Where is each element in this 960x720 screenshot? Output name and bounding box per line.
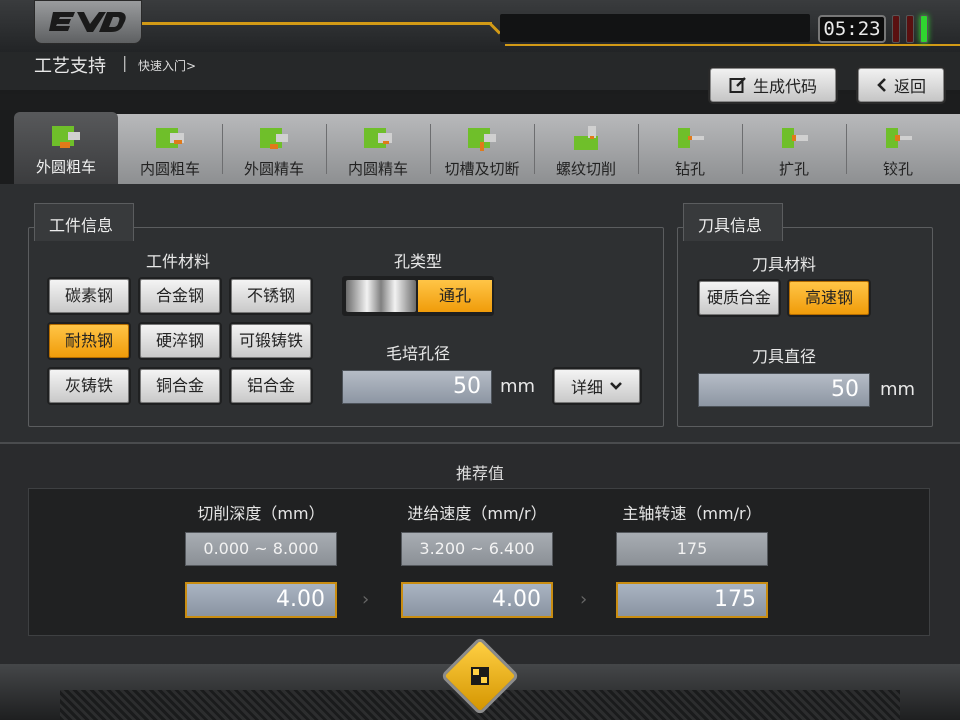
- inner-finish-turning-icon: [364, 128, 392, 148]
- back-label: 返回: [893, 77, 926, 96]
- blank-hole-input[interactable]: 50: [342, 370, 492, 404]
- edit-icon: [729, 77, 746, 93]
- tool-material-label: 刀具材料: [751, 255, 816, 274]
- battery-bar-icon: [892, 15, 900, 43]
- tool-diameter-unit: mm: [880, 379, 916, 400]
- material-button[interactable]: 铜合金: [140, 369, 220, 403]
- recommend-title: 推荐值: [455, 464, 504, 483]
- tab-inner-rough-turning[interactable]: 内圆粗车: [118, 114, 222, 184]
- workpiece-material-label: 工件材料: [145, 252, 210, 271]
- grid-icon: [471, 667, 489, 685]
- generate-code-label: 生成代码: [752, 77, 817, 96]
- tab-label: 切槽及切断: [444, 160, 520, 178]
- material-button[interactable]: 灰铸铁: [49, 369, 129, 403]
- material-button[interactable]: 铝合金: [231, 369, 311, 403]
- material-button[interactable]: 可锻铸铁: [231, 324, 311, 358]
- material-button[interactable]: 不锈钢: [231, 279, 311, 313]
- tab-grooving-cutoff[interactable]: 切槽及切断: [430, 114, 534, 184]
- tab-label: 扩孔: [778, 160, 809, 178]
- tab-label: 外圆精车: [243, 160, 304, 178]
- header-status-strip: [500, 14, 810, 42]
- material-button-selected[interactable]: 耐热钢: [49, 324, 129, 358]
- spindle-speed-range: 175: [616, 532, 768, 566]
- chevron-down-icon: [610, 382, 622, 390]
- material-button[interactable]: 合金钢: [140, 279, 220, 313]
- detail-label: 详细: [570, 378, 603, 397]
- tab-outer-rough-turning[interactable]: 外圆粗车: [14, 112, 118, 184]
- chevron-right-icon: ›: [362, 589, 370, 610]
- hole-type-value: 通孔: [418, 280, 492, 312]
- tab-label: 外圆粗车: [35, 158, 96, 176]
- outer-rough-turning-icon: [52, 126, 80, 148]
- material-button[interactable]: 碳素钢: [49, 279, 129, 313]
- tool-material-button-selected[interactable]: 高速钢: [789, 281, 869, 315]
- feed-rate-range: 3.200 ~ 6.400: [401, 532, 553, 566]
- section-divider: [0, 442, 960, 444]
- grooving-cutoff-icon: [468, 128, 496, 151]
- hole-type-toggle[interactable]: 通孔: [342, 276, 494, 316]
- page-title: 工艺支持: [34, 56, 106, 77]
- feed-rate-input[interactable]: 4.00: [401, 582, 553, 618]
- material-button[interactable]: 硬淬钢: [140, 324, 220, 358]
- expanding-icon: [782, 128, 808, 148]
- logo-mark: [49, 12, 126, 32]
- tool-panel-title: 刀具信息: [683, 203, 783, 241]
- clock: 05:23: [818, 15, 886, 43]
- breadcrumb-separator: |: [122, 53, 128, 72]
- thread-cutting-icon: [574, 126, 598, 150]
- hole-type-label: 孔类型: [393, 252, 442, 271]
- tool-diameter-input[interactable]: 50: [698, 373, 870, 407]
- tab-label: 铰孔: [882, 160, 913, 178]
- operation-tabs: 外圆粗车 内圆粗车 外圆精车 内圆精车 切槽及切断 螺纹切削 钻孔 扩孔 铰孔: [14, 112, 960, 184]
- battery-bar-icon: [906, 15, 914, 43]
- tool-diameter-label: 刀具直径: [751, 347, 816, 366]
- spindle-speed-input[interactable]: 175: [616, 582, 768, 618]
- chevron-right-icon: ›: [580, 589, 588, 610]
- breadcrumb[interactable]: 快速入门>: [138, 57, 196, 74]
- outer-finish-turning-icon: [260, 128, 288, 149]
- cut-depth-range: 0.000 ~ 8.000: [185, 532, 337, 566]
- tab-label: 内圆粗车: [139, 160, 200, 178]
- detail-button[interactable]: 详细: [554, 369, 640, 403]
- inner-rough-turning-icon: [156, 128, 184, 148]
- header-accent-line: [505, 44, 960, 46]
- chevron-left-icon: [877, 78, 886, 92]
- tab-reaming-expand[interactable]: 扩孔: [742, 114, 846, 184]
- workpiece-panel-title: 工件信息: [34, 203, 134, 241]
- cut-depth-label: 切削深度（mm）: [197, 504, 325, 523]
- header-accent-line: [142, 22, 492, 25]
- tab-label: 螺纹切削: [555, 160, 616, 178]
- tab-label: 钻孔: [674, 160, 705, 178]
- tab-thread-cutting[interactable]: 螺纹切削: [534, 114, 638, 184]
- spindle-speed-label: 主轴转速（mm/r）: [622, 504, 762, 523]
- back-button[interactable]: 返回: [858, 68, 944, 102]
- blank-hole-label: 毛培孔径: [385, 344, 450, 363]
- battery-bar-icon: [920, 15, 928, 43]
- cut-depth-input[interactable]: 4.00: [185, 582, 337, 618]
- toggle-knob[interactable]: [346, 280, 416, 312]
- reaming-icon: [886, 128, 912, 148]
- blank-hole-unit: mm: [500, 376, 536, 397]
- tab-outer-finish-turning[interactable]: 外圆精车: [222, 114, 326, 184]
- generate-code-button[interactable]: 生成代码: [710, 68, 836, 102]
- tab-label: 内圆精车: [347, 160, 408, 178]
- tab-inner-finish-turning[interactable]: 内圆精车: [326, 114, 430, 184]
- feed-rate-label: 进给速度（mm/r）: [407, 504, 547, 523]
- tab-drilling[interactable]: 钻孔: [638, 114, 742, 184]
- tab-reaming[interactable]: 铰孔: [846, 114, 950, 184]
- tool-material-button[interactable]: 硬质合金: [699, 281, 779, 315]
- drilling-icon: [678, 128, 704, 148]
- logo[interactable]: [34, 0, 142, 44]
